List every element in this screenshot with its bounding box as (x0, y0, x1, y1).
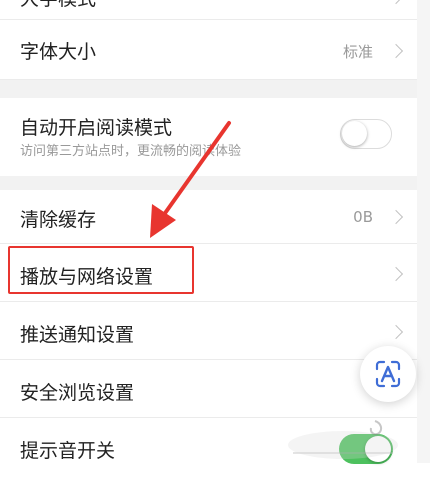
floating-text-recognition-button[interactable] (360, 346, 416, 402)
text-recognition-icon (375, 360, 401, 388)
watermark-logo (288, 420, 398, 459)
